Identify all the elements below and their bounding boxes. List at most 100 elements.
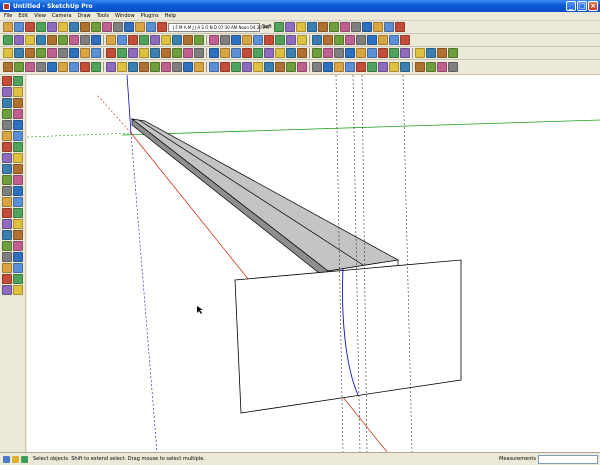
followme-icon[interactable] — [117, 35, 127, 45]
plugin-icon[interactable] — [231, 48, 241, 58]
walk-icon[interactable] — [2, 230, 12, 240]
plugin-icon[interactable] — [161, 48, 171, 58]
measurements-input[interactable] — [538, 455, 598, 464]
print-icon[interactable] — [36, 22, 46, 32]
dimension-icon[interactable] — [172, 35, 182, 45]
text-icon[interactable] — [13, 164, 23, 174]
plugin-icon[interactable] — [297, 62, 307, 72]
plugin-icon[interactable] — [356, 62, 366, 72]
followme-icon[interactable] — [13, 131, 23, 141]
plugin-icon[interactable] — [13, 252, 23, 262]
pencil-icon[interactable] — [13, 87, 23, 97]
zoom-window-icon[interactable] — [13, 197, 23, 207]
3dtext-icon[interactable] — [194, 35, 204, 45]
left-view-icon[interactable] — [328, 22, 339, 32]
zoom-extents-icon[interactable] — [264, 35, 274, 45]
plugin-icon[interactable] — [297, 48, 307, 58]
plugin-icon[interactable] — [2, 241, 12, 251]
plugin-icon[interactable] — [286, 62, 296, 72]
right-view-icon[interactable] — [306, 22, 317, 32]
plugin-icon[interactable] — [117, 48, 127, 58]
paint-bucket-icon[interactable] — [13, 76, 23, 86]
zoom-icon[interactable] — [242, 35, 252, 45]
plugin-icon[interactable] — [264, 62, 274, 72]
pan-icon[interactable] — [231, 35, 241, 45]
rotate-icon[interactable] — [2, 131, 12, 141]
plugin-icon[interactable] — [36, 62, 46, 72]
menu-file[interactable]: File — [4, 13, 12, 19]
plugin-icon[interactable] — [345, 62, 355, 72]
plugin-icon[interactable] — [14, 48, 24, 58]
plugin-icon[interactable] — [194, 62, 204, 72]
top-view-icon[interactable] — [284, 22, 295, 32]
offset-icon[interactable] — [13, 142, 23, 152]
maximize-button[interactable]: □ — [577, 1, 587, 11]
menu-edit[interactable]: Edit — [18, 13, 28, 19]
lookaround-icon[interactable] — [13, 219, 23, 229]
plugin-icon[interactable] — [25, 62, 35, 72]
menu-plugins[interactable]: Plugins — [141, 13, 159, 19]
plugin-icon[interactable] — [334, 48, 344, 58]
plugin-icon[interactable] — [448, 48, 458, 58]
plugin-icon[interactable] — [286, 48, 296, 58]
plugin-icon[interactable] — [25, 48, 35, 58]
geo-location-icon[interactable] — [3, 455, 10, 463]
position-camera-icon[interactable] — [312, 35, 322, 45]
cut-icon[interactable] — [47, 22, 57, 32]
vertical-panel[interactable] — [234, 259, 462, 414]
plugin-icon[interactable] — [106, 48, 116, 58]
freehand-icon[interactable] — [13, 109, 23, 119]
move-icon[interactable] — [2, 120, 12, 130]
menu-window[interactable]: Window — [115, 13, 135, 19]
plugin-icon[interactable] — [2, 274, 12, 284]
axes-icon[interactable] — [161, 35, 171, 45]
plugin-icon[interactable] — [253, 62, 263, 72]
plugin-icon[interactable] — [13, 263, 23, 273]
plugin-icon[interactable] — [2, 263, 12, 273]
plugin-icon[interactable] — [426, 48, 436, 58]
select-icon[interactable] — [113, 22, 123, 32]
offset-icon[interactable] — [128, 35, 138, 45]
plugin-icon[interactable] — [312, 48, 322, 58]
plugin-icon[interactable] — [58, 48, 68, 58]
plugin-icon[interactable] — [194, 48, 204, 58]
plugin-icon[interactable] — [437, 48, 447, 58]
plugin-icon[interactable] — [13, 274, 23, 284]
plugin-icon[interactable] — [345, 48, 355, 58]
plugin-icon[interactable] — [172, 62, 182, 72]
plugin-icon[interactable] — [389, 62, 399, 72]
front-view-icon[interactable] — [295, 22, 306, 32]
plugin-icon[interactable] — [69, 62, 79, 72]
rectangle-icon[interactable] — [2, 87, 12, 97]
plugin-icon[interactable] — [209, 48, 219, 58]
polygon-icon[interactable] — [2, 109, 12, 119]
plugin-icon[interactable] — [220, 48, 230, 58]
warehouse-icon[interactable] — [400, 35, 410, 45]
minimize-button[interactable]: _ — [566, 1, 576, 11]
plugin-icon[interactable] — [275, 48, 285, 58]
add-detail-icon[interactable] — [367, 35, 377, 45]
plugin-icon[interactable] — [58, 62, 68, 72]
previous-icon[interactable] — [275, 35, 285, 45]
back-view-icon[interactable] — [317, 22, 328, 32]
plugin-icon[interactable] — [3, 48, 13, 58]
arc-icon[interactable] — [25, 35, 35, 45]
pan-icon[interactable] — [13, 186, 23, 196]
section-icon[interactable] — [209, 35, 219, 45]
plugin-icon[interactable] — [264, 48, 274, 58]
circle-icon[interactable] — [47, 35, 57, 45]
plugin-icon[interactable] — [14, 62, 24, 72]
plugin-icon[interactable] — [91, 48, 101, 58]
iso-view-icon[interactable] — [273, 22, 284, 32]
undo-icon[interactable] — [91, 22, 101, 32]
plugin-icon[interactable] — [378, 48, 388, 58]
plugin-icon[interactable] — [253, 48, 263, 58]
plugin-icon[interactable] — [91, 62, 101, 72]
plugin-icon[interactable] — [400, 62, 410, 72]
drape-icon[interactable] — [356, 35, 366, 45]
hidden-line-icon[interactable] — [361, 22, 372, 32]
erase-icon[interactable] — [80, 22, 90, 32]
shadow-settings-slider[interactable]: J F M A M J J A S O N D 07:30 AM Noon 04… — [168, 22, 269, 32]
plugin-icon[interactable] — [275, 62, 285, 72]
plugin-icon[interactable] — [106, 62, 116, 72]
